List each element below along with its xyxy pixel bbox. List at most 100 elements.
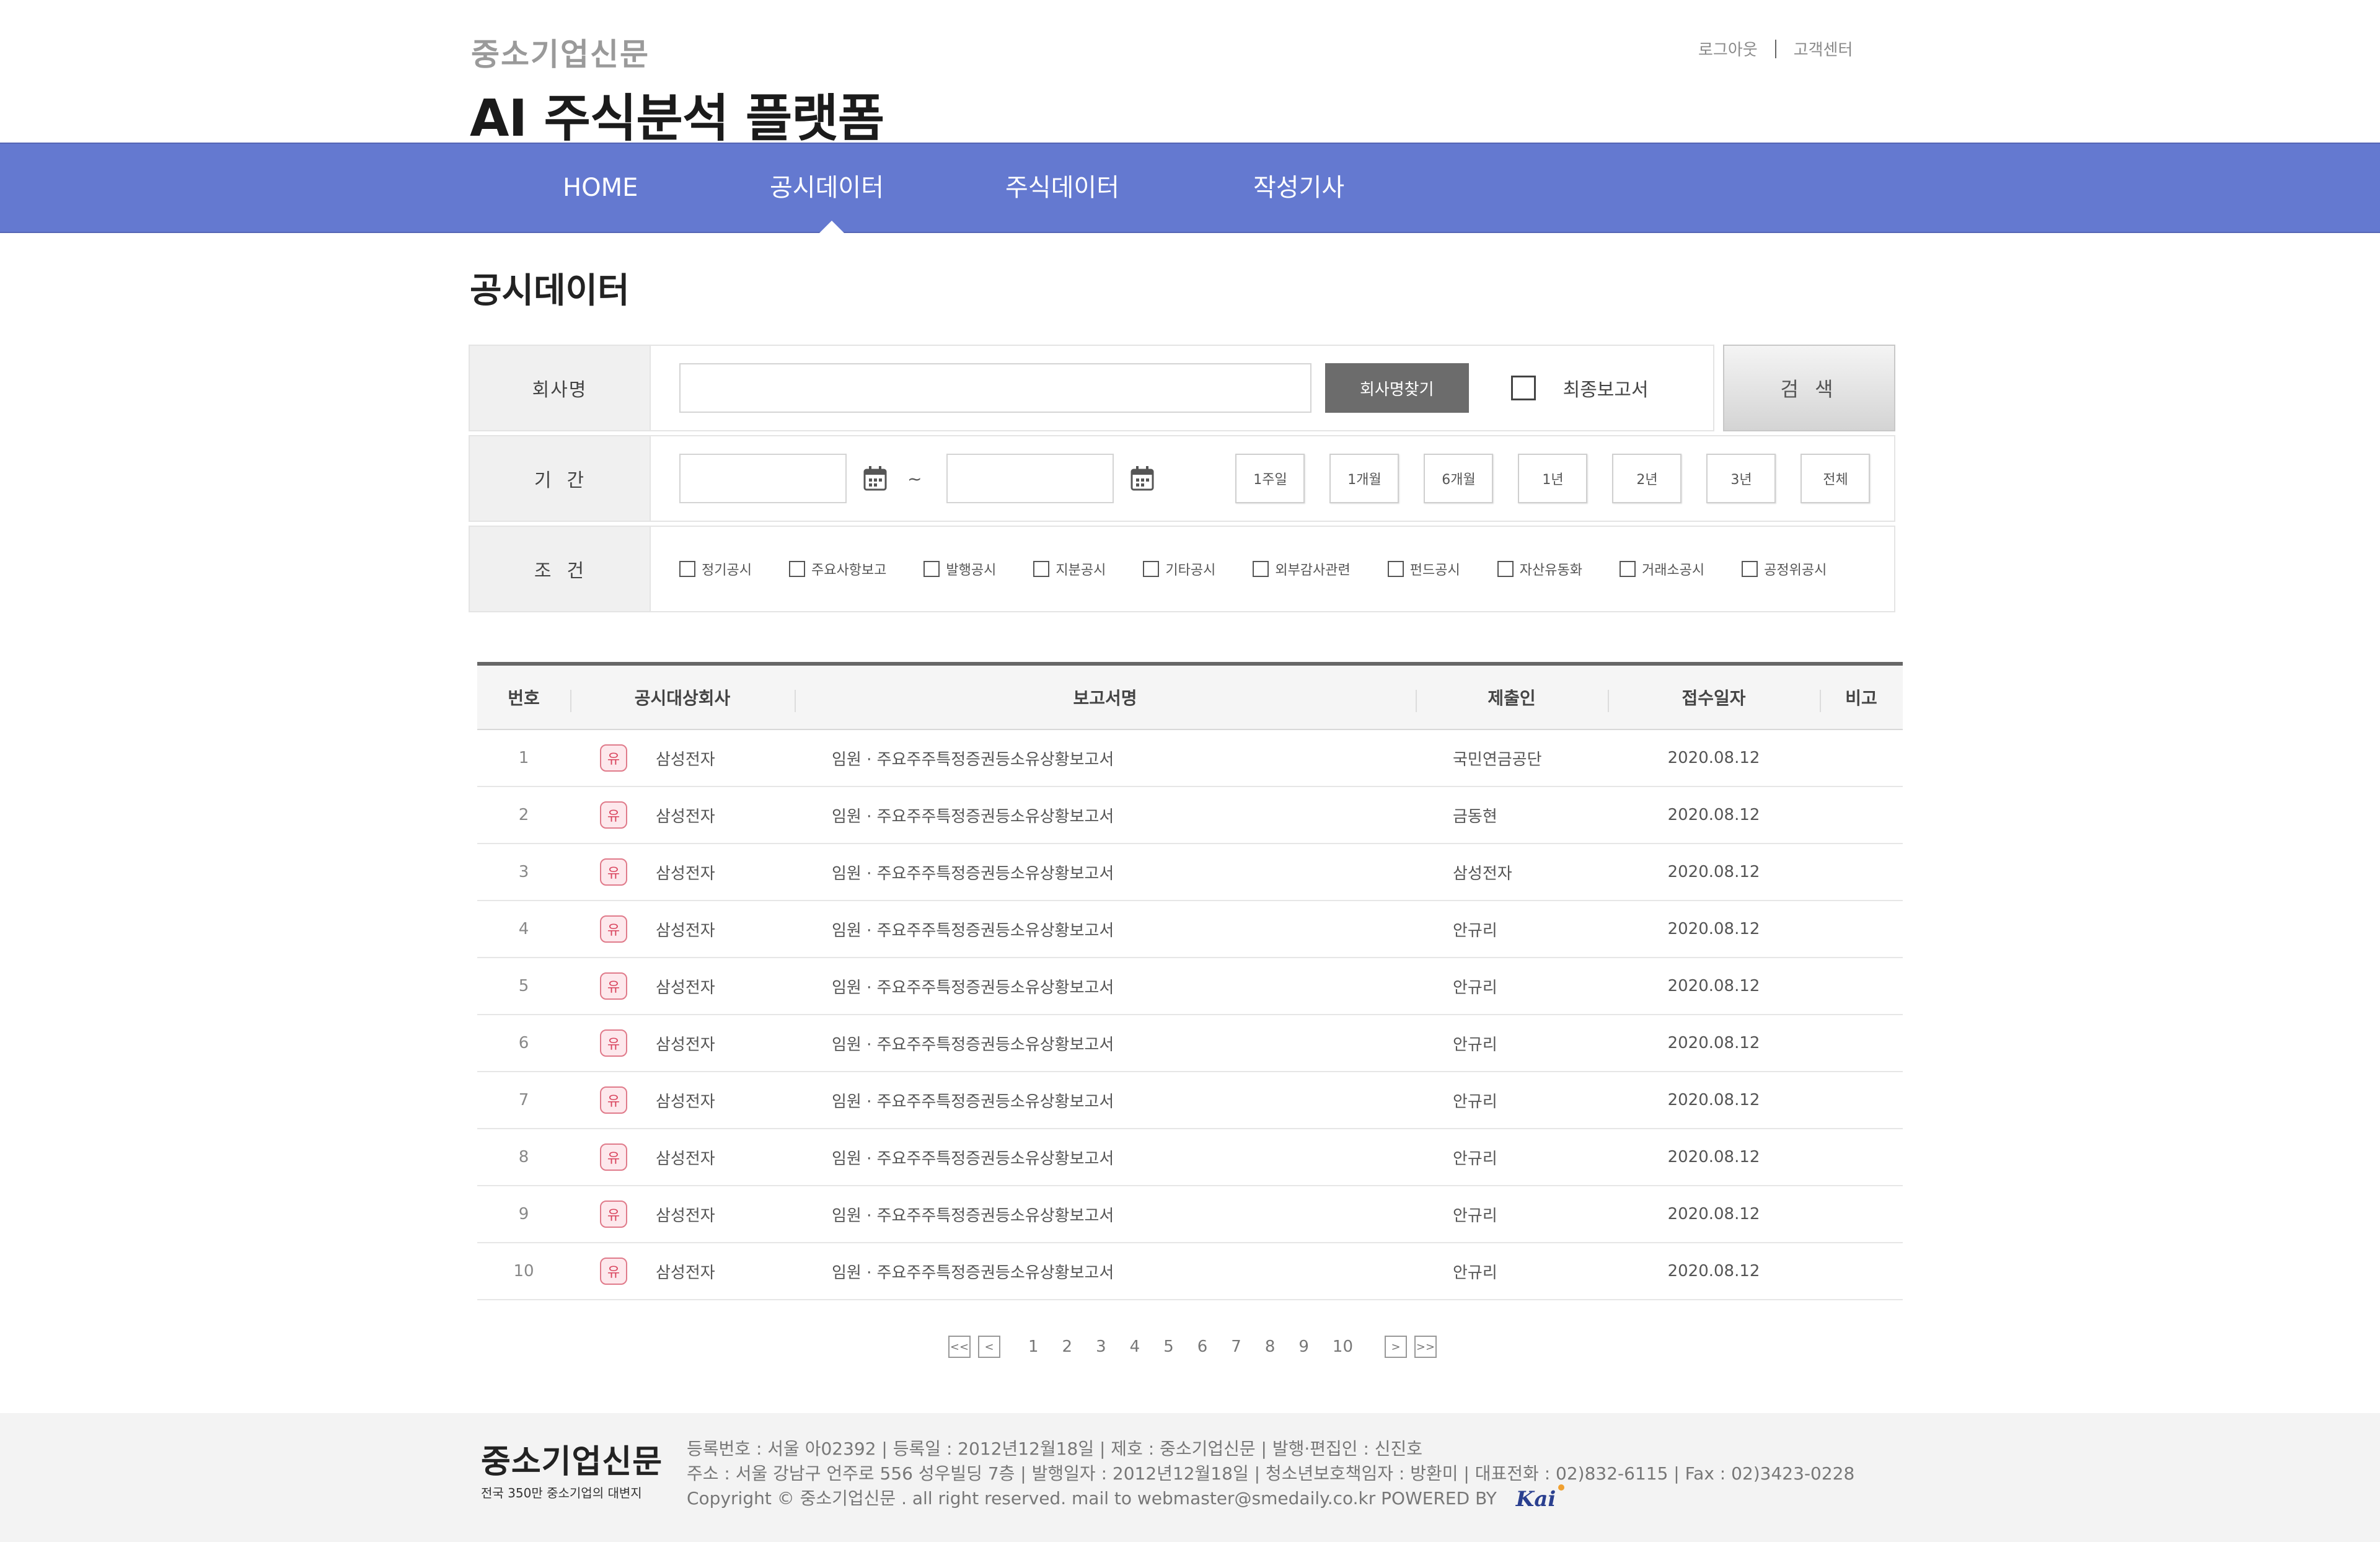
brand-logo-small[interactable]: 중소기업신문 (471, 30, 650, 74)
period-buttons: 1주일 1개월 6개월 1년 2년 3년 전체 (1235, 454, 1871, 503)
condition-checkbox[interactable] (1742, 561, 1758, 577)
table-row[interactable]: 6 유 삼성전자 임원 · 주요주주특정증권등소유상황보고서 안규리 2020.08.12 (477, 1015, 1903, 1072)
page-number-link[interactable]: 1 (1028, 1337, 1039, 1356)
footer-logo-slogan: 전국 350만 중소기업의 대변지 (481, 1486, 642, 1500)
page-number-link[interactable]: 9 (1298, 1337, 1309, 1356)
condition-checkbox[interactable] (1387, 561, 1404, 577)
row-company-cell: 유 삼성전자 (570, 972, 795, 1000)
table-row[interactable]: 9 유 삼성전자 임원 · 주요주주특정증권등소유상황보고서 안규리 2020.08.12 (477, 1186, 1903, 1243)
footer-copyright-text: Copyright © 중소기업신문 . all right reserved.… (687, 1488, 1497, 1509)
page-number-link[interactable]: 8 (1265, 1337, 1276, 1356)
period-1week-button[interactable]: 1주일 (1235, 454, 1305, 503)
calendar-icon[interactable] (863, 465, 888, 492)
condition-major-report[interactable]: 주요사항보고 (788, 559, 886, 579)
condition-issuance[interactable]: 발행공시 (923, 559, 996, 579)
row-report[interactable]: 임원 · 주요주주특정증권등소유상황보고서 (795, 1146, 1416, 1169)
table-row[interactable]: 1 유 삼성전자 임원 · 주요주주특정증권등소유상황보고서 국민연금공단 2020.08… (477, 730, 1903, 787)
page-number-link[interactable]: 10 (1333, 1337, 1353, 1356)
condition-fund[interactable]: 펀드공시 (1387, 559, 1460, 579)
logout-link[interactable]: 로그아웃 (1698, 37, 1758, 60)
calendar-icon[interactable] (1130, 465, 1155, 492)
find-company-button[interactable]: 회사명찾기 (1325, 363, 1469, 413)
row-report[interactable]: 임원 · 주요주주특정증권등소유상황보고서 (795, 918, 1416, 941)
row-company[interactable]: 삼성전자 (656, 1032, 715, 1055)
row-company[interactable]: 삼성전자 (656, 1203, 715, 1226)
table-row[interactable]: 5 유 삼성전자 임원 · 주요주주특정증권등소유상황보고서 안규리 2020.08.12 (477, 958, 1903, 1015)
nav-disclosure-data[interactable]: 공시데이터 (770, 144, 884, 232)
period-2year-button[interactable]: 2년 (1612, 454, 1682, 503)
condition-checkbox[interactable] (923, 561, 940, 577)
condition-checkbox[interactable] (788, 561, 805, 577)
row-company[interactable]: 삼성전자 (656, 861, 715, 884)
period-3year-button[interactable]: 3년 (1706, 454, 1776, 503)
condition-checkbox[interactable] (1253, 561, 1269, 577)
condition-external-audit[interactable]: 외부감사관련 (1253, 559, 1351, 579)
condition-regular[interactable]: 정기공시 (679, 559, 752, 579)
date-from-input[interactable] (679, 454, 847, 503)
page-number-link[interactable]: 6 (1197, 1337, 1208, 1356)
row-company[interactable]: 삼성전자 (656, 1146, 715, 1169)
row-company[interactable]: 삼성전자 (656, 918, 715, 941)
period-6month-button[interactable]: 6개월 (1424, 454, 1494, 503)
page-number-link[interactable]: 3 (1096, 1337, 1106, 1356)
site-title[interactable]: AI 주식분석 플랫폼 (470, 77, 884, 151)
nav-stock-data[interactable]: 주식데이터 (1005, 144, 1119, 232)
period-all-button[interactable]: 전체 (1800, 454, 1871, 503)
row-submitter: 안규리 (1453, 1092, 1497, 1111)
row-submitter: 안규리 (1453, 1206, 1497, 1225)
customer-center-link[interactable]: 고객센터 (1794, 37, 1853, 60)
footer-registration: 등록번호 : 서울 아02392 | 등록일 : 2012년12월18일 | 제… (687, 1438, 1423, 1459)
search-button[interactable]: 검 색 (1723, 345, 1895, 431)
condition-exchange[interactable]: 거래소공시 (1619, 559, 1704, 579)
period-1year-button[interactable]: 1년 (1518, 454, 1588, 503)
first-page-button[interactable]: << (948, 1336, 971, 1358)
condition-other[interactable]: 기타공시 (1143, 559, 1215, 579)
page-number-link[interactable]: 5 (1163, 1337, 1174, 1356)
table-row[interactable]: 8 유 삼성전자 임원 · 주요주주특정증권등소유상황보고서 안규리 2020.08.12 (477, 1129, 1903, 1186)
table-row[interactable]: 3 유 삼성전자 임원 · 주요주주특정증권등소유상황보고서 삼성전자 2020.08.1… (477, 844, 1903, 901)
table-row[interactable]: 2 유 삼성전자 임원 · 주요주주특정증권등소유상황보고서 금동현 2020.08.12 (477, 787, 1903, 844)
final-report-checkbox[interactable] (1510, 376, 1536, 400)
row-company-cell: 유 삼성전자 (570, 858, 795, 886)
prev-page-button[interactable]: < (978, 1336, 1000, 1358)
row-company[interactable]: 삼성전자 (656, 747, 715, 770)
nav-articles[interactable]: 작성기사 (1253, 144, 1344, 232)
date-to-input[interactable] (946, 454, 1114, 503)
kai-logo[interactable]: Kai (1516, 1484, 1565, 1512)
page-number-link[interactable]: 4 (1130, 1337, 1140, 1356)
row-report[interactable]: 임원 · 주요주주특정증권등소유상황보고서 (795, 861, 1416, 884)
period-label: 기 간 (470, 436, 651, 521)
condition-securitization[interactable]: 자산유동화 (1497, 559, 1582, 579)
row-report[interactable]: 임원 · 주요주주특정증권등소유상황보고서 (795, 747, 1416, 770)
row-report[interactable]: 임원 · 주요주주특정증권등소유상황보고서 (795, 975, 1416, 998)
row-report[interactable]: 임원 · 주요주주특정증권등소유상황보고서 (795, 1032, 1416, 1055)
row-report[interactable]: 임원 · 주요주주특정증권등소유상황보고서 (795, 1260, 1416, 1283)
page-number-link[interactable]: 7 (1231, 1337, 1241, 1356)
page-number-link[interactable]: 2 (1062, 1337, 1073, 1356)
condition-checkbox[interactable] (1619, 561, 1636, 577)
period-1month-button[interactable]: 1개월 (1329, 454, 1399, 503)
condition-checkbox[interactable] (679, 561, 695, 577)
row-company[interactable]: 삼성전자 (656, 975, 715, 998)
condition-checkbox[interactable] (1497, 561, 1514, 577)
condition-equity[interactable]: 지분공시 (1033, 559, 1106, 579)
condition-checkbox[interactable] (1033, 561, 1050, 577)
row-company[interactable]: 삼성전자 (656, 1260, 715, 1283)
nav-home[interactable]: HOME (563, 144, 638, 232)
table-row[interactable]: 10 유 삼성전자 임원 · 주요주주특정증권등소유상황보고서 안규리 2020.08.1… (477, 1243, 1903, 1300)
last-page-button[interactable]: >> (1414, 1336, 1437, 1358)
next-page-button[interactable]: > (1385, 1336, 1408, 1358)
row-company[interactable]: 삼성전자 (656, 804, 715, 827)
table-row[interactable]: 7 유 삼성전자 임원 · 주요주주특정증권등소유상황보고서 안규리 2020.08.12 (477, 1072, 1903, 1129)
company-input[interactable] (679, 363, 1311, 413)
row-report[interactable]: 임원 · 주요주주특정증권등소유상황보고서 (795, 1089, 1416, 1112)
condition-ftc[interactable]: 공정위공시 (1742, 559, 1827, 579)
row-report[interactable]: 임원 · 주요주주특정증권등소유상황보고서 (795, 1203, 1416, 1226)
row-report[interactable]: 임원 · 주요주주특정증권등소유상황보고서 (795, 804, 1416, 827)
market-badge: 유 (600, 1086, 627, 1114)
row-company[interactable]: 삼성전자 (656, 1089, 715, 1112)
row-submitter: 안규리 (1453, 978, 1497, 997)
condition-checkbox[interactable] (1143, 561, 1160, 577)
table-row[interactable]: 4 유 삼성전자 임원 · 주요주주특정증권등소유상황보고서 안규리 2020.08.12 (477, 901, 1903, 958)
top-links: 로그아웃 고객센터 (1698, 37, 1853, 60)
